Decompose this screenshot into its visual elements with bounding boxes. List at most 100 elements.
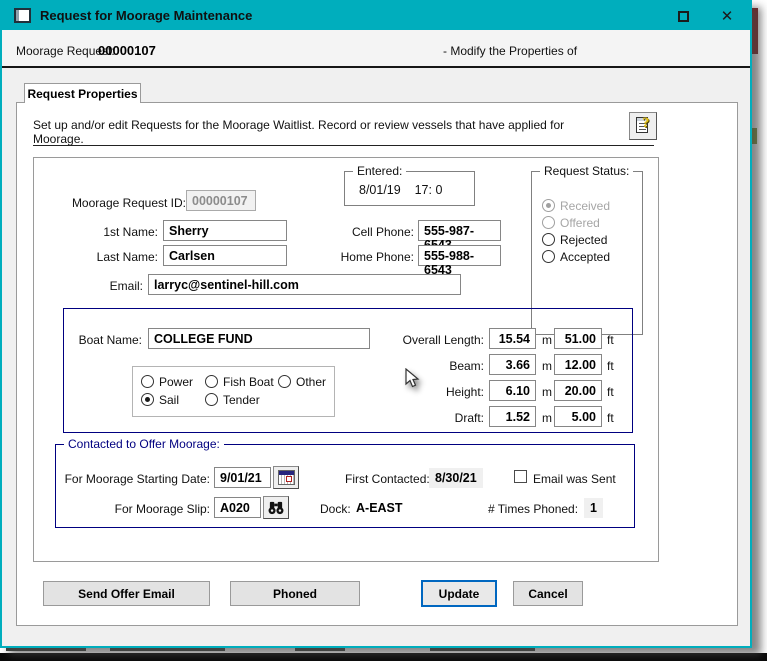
overall-length-m-field[interactable]: 15.54 (489, 328, 536, 349)
home-phone-label: Home Phone: (340, 250, 414, 264)
background-taskbar (0, 653, 767, 661)
cell-phone-label: Cell Phone: (351, 225, 414, 239)
beam-ft-field[interactable]: 12.00 (554, 354, 602, 375)
contacted-group: Contacted to Offer Moorage: For Moorage … (55, 437, 635, 528)
update-button[interactable]: Update (421, 580, 497, 607)
radio-received[interactable] (542, 199, 555, 212)
radio-accepted[interactable] (542, 250, 555, 263)
beam-m-unit: m (542, 359, 552, 373)
height-m-field[interactable]: 6.10 (489, 380, 536, 401)
radio-fish-boat[interactable] (205, 375, 218, 388)
status-option-accepted[interactable]: Accepted (542, 249, 610, 264)
cell-phone-field[interactable]: 555-987-6543 (418, 220, 501, 252)
moorage-request-id-label: Moorage Request ID: (71, 196, 186, 210)
radio-tender[interactable] (205, 393, 218, 406)
draft-ft-field[interactable]: 5.00 (554, 406, 602, 427)
boat-type-power[interactable]: Power (141, 374, 193, 389)
radio-sail[interactable] (141, 393, 154, 406)
cancel-button[interactable]: Cancel (513, 581, 583, 606)
form-panel: Moorage Request ID: 00000107 Entered: 8/… (33, 157, 659, 562)
dock-value: A-EAST (356, 501, 403, 515)
description-underline (33, 145, 654, 146)
email-label: Email: (109, 279, 143, 293)
window-title: Request for Moorage Maintenance (40, 8, 253, 23)
status-option-offered[interactable]: Offered (542, 215, 600, 230)
close-icon: ✕ (720, 7, 734, 25)
beam-ft-unit: ft (607, 359, 614, 373)
header-mode-text: - Modify the Properties of (443, 44, 578, 58)
close-button[interactable]: ✕ (710, 2, 744, 30)
radio-other[interactable] (278, 375, 291, 388)
moorage-maintenance-dialog: Request for Moorage Maintenance ✕ Moorag… (0, 0, 752, 648)
mouse-arrow-cursor (405, 368, 420, 388)
height-ft-unit: ft (607, 385, 614, 399)
page-description: Set up and/or edit Requests for the Moor… (33, 118, 565, 146)
boat-type-tender[interactable]: Tender (205, 392, 260, 407)
moorage-start-date-field[interactable]: 9/01/21 (214, 467, 271, 488)
slip-find-button[interactable] (263, 496, 289, 519)
first-name-label: 1st Name: (103, 225, 158, 239)
email-was-sent-checkbox[interactable] (514, 470, 527, 483)
overall-length-m-unit: m (542, 333, 552, 347)
radio-offered[interactable] (542, 216, 555, 229)
overall-length-ft-field[interactable]: 51.00 (554, 328, 602, 349)
calendar-button[interactable] (273, 466, 299, 489)
entered-value: 8/01/19 17: 0 (359, 183, 443, 197)
boat-type-fish-boat[interactable]: Fish Boat (205, 374, 274, 389)
boat-name-field[interactable]: COLLEGE FUND (148, 328, 370, 349)
height-m-unit: m (542, 385, 552, 399)
moorage-slip-label: For Moorage Slip: (114, 502, 210, 516)
draft-label: Draft: (454, 411, 484, 425)
boat-name-label: Boat Name: (78, 333, 142, 347)
moorage-request-header-value: 00000107 (98, 43, 156, 58)
background-window-fragment (295, 648, 345, 651)
radio-power[interactable] (141, 375, 154, 388)
phoned-button[interactable]: Phoned (230, 581, 360, 606)
tab-request-properties[interactable]: Request Properties (24, 83, 141, 103)
background-window-fragment (6, 648, 86, 651)
title-bar[interactable]: Request for Moorage Maintenance ✕ (2, 2, 750, 30)
boat-group: Boat Name: COLLEGE FUND Power Sail Fish … (63, 308, 633, 433)
screen: Request for Moorage Maintenance ✕ Moorag… (0, 0, 767, 661)
background-window-fragment (430, 648, 535, 651)
first-contacted-label: First Contacted: (345, 472, 430, 486)
email-field[interactable]: larryc@sentinel-hill.com (148, 274, 461, 295)
overall-length-label: Overall Length: (402, 333, 484, 347)
first-name-field[interactable]: Sherry (163, 220, 287, 241)
first-contacted-value: 8/30/21 (429, 468, 483, 488)
height-ft-field[interactable]: 20.00 (554, 380, 602, 401)
beam-m-field[interactable]: 3.66 (489, 354, 536, 375)
status-option-received[interactable]: Received (542, 198, 610, 213)
dock-label: Dock: (320, 502, 351, 516)
calendar-icon (277, 470, 295, 485)
draft-m-field[interactable]: 1.52 (489, 406, 536, 427)
overall-length-ft-unit: ft (607, 333, 614, 347)
request-status-label: Request Status: (540, 164, 634, 178)
background-window-fragment (752, 128, 757, 144)
times-phoned-label: # Times Phoned: (488, 502, 579, 516)
help-button[interactable]: ? (629, 112, 657, 140)
header-bar: Moorage Request: 00000107 - Modify the P… (2, 30, 750, 67)
radio-rejected[interactable] (542, 233, 555, 246)
tab-page: Set up and/or edit Requests for the Moor… (16, 102, 738, 626)
entered-label: Entered: (353, 164, 407, 178)
boat-type-sail[interactable]: Sail (141, 392, 179, 407)
status-option-rejected[interactable]: Rejected (542, 232, 607, 247)
last-name-field[interactable]: Carlsen (163, 245, 287, 266)
maximize-icon (677, 10, 689, 22)
home-phone-field[interactable]: 555-988-6543 (418, 245, 501, 277)
boat-type-group: Power Sail Fish Boat Tender Other (132, 366, 335, 417)
times-phoned-value: 1 (584, 498, 603, 518)
draft-m-unit: m (542, 411, 552, 425)
contacted-group-label: Contacted to Offer Moorage: (64, 437, 224, 451)
background-window-fragment (752, 8, 758, 54)
background-window-fragment (110, 648, 225, 651)
entered-group: Entered: 8/01/19 17: 0 (344, 164, 475, 206)
email-was-sent-label: Email was Sent (533, 472, 616, 486)
binoculars-icon (268, 501, 284, 514)
boat-type-other[interactable]: Other (278, 374, 326, 389)
moorage-slip-field[interactable]: A020 (214, 497, 261, 518)
maximize-button[interactable] (666, 2, 700, 30)
moorage-start-date-label: For Moorage Starting Date: (64, 472, 210, 486)
send-offer-email-button[interactable]: Send Offer Email (43, 581, 210, 606)
